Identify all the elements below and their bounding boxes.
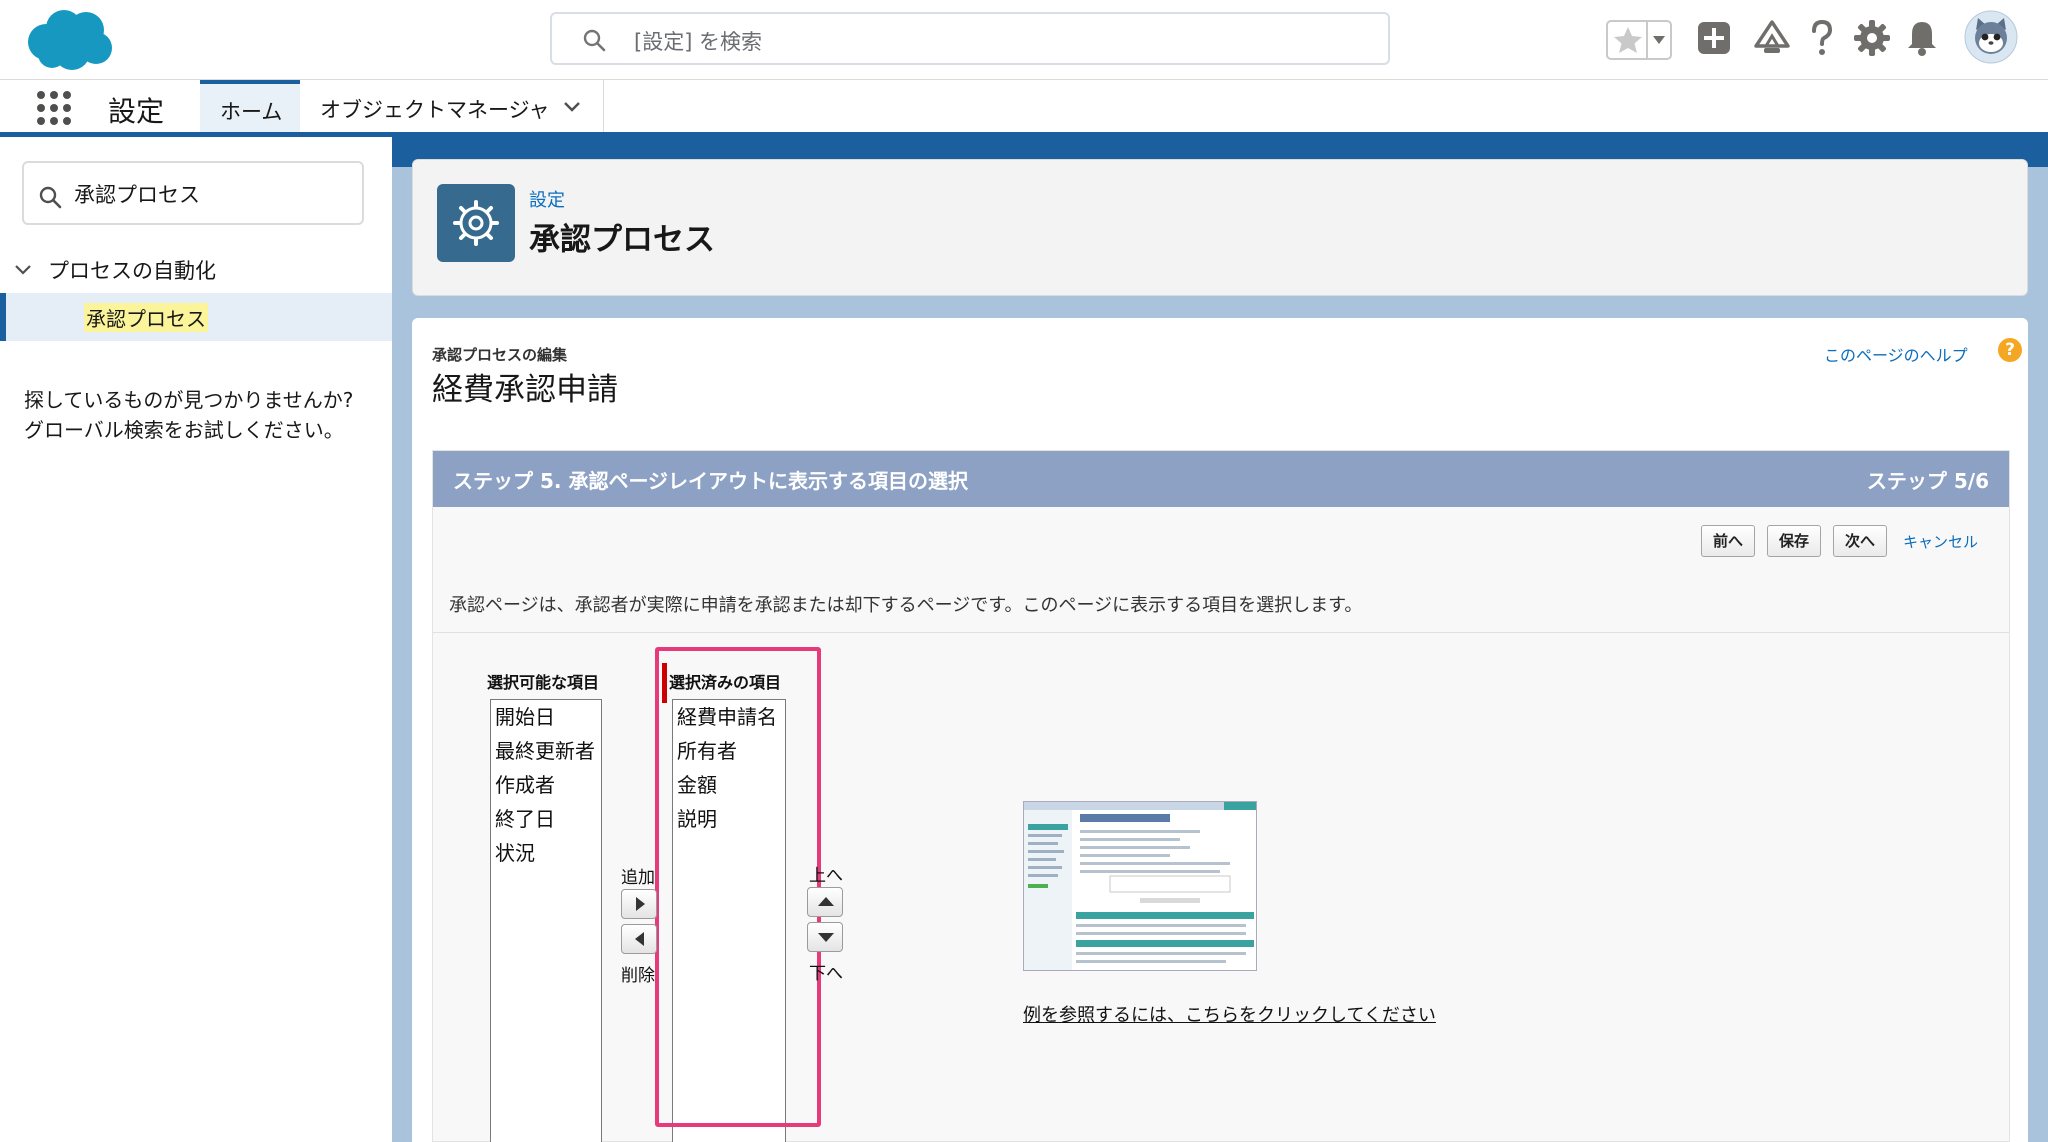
step-counter: ステップ 5/6 xyxy=(1866,469,1989,493)
list-item[interactable]: 開始日 xyxy=(491,700,601,734)
remove-button[interactable] xyxy=(621,924,657,954)
step-header: ステップ 5. 承認ページレイアウトに表示する項目の選択 ステップ 5/6 xyxy=(433,451,2009,507)
remove-label: 削除 xyxy=(621,966,655,986)
arrow-down-icon xyxy=(818,933,834,942)
setup-sidebar: 承認プロセス プロセスの自動化 承認プロセス 探しているものが見つかりませんか?… xyxy=(0,137,392,1142)
available-fields-list[interactable]: 開始日 最終更新者 作成者 終了日 状況 xyxy=(490,699,602,1142)
search-icon xyxy=(39,186,62,209)
main-area: 設定 承認プロセス 承認プロセスの編集 経費承認申請 このページのヘルプ ? ス… xyxy=(392,137,2048,1142)
arrow-left-icon xyxy=(635,932,644,946)
sidebar-help-line-2: グローバル検索をお試しください。 xyxy=(24,418,344,442)
example-link[interactable]: 例を参照するには、こちらをクリックしてください xyxy=(1023,1001,1436,1027)
sidebar-help-text: 探しているものが見つかりませんか? グローバル検索をお試しください。 xyxy=(24,385,374,445)
available-fields-label: 選択可能な項目 xyxy=(487,673,600,692)
next-button[interactable]: 次へ xyxy=(1833,525,1887,557)
list-item[interactable]: 終了日 xyxy=(491,802,601,836)
content-title: 経費承認申請 xyxy=(432,372,618,408)
trailhead-icon[interactable] xyxy=(1750,16,1794,60)
sidebar-group-label: プロセスの自動化 xyxy=(48,259,216,283)
favorites-separator xyxy=(1646,22,1648,58)
active-indicator xyxy=(0,293,6,341)
app-launcher-icon[interactable] xyxy=(36,90,72,126)
app-name: 設定 xyxy=(108,95,165,128)
list-item[interactable]: 作成者 xyxy=(491,768,601,802)
help-icon[interactable] xyxy=(1800,16,1844,60)
chevron-down-icon xyxy=(15,265,31,275)
content-subtitle: 承認プロセスの編集 xyxy=(432,346,568,364)
add-label: 追加 xyxy=(621,868,655,888)
step-title: ステップ 5. 承認ページレイアウトに表示する項目の選択 xyxy=(453,469,969,493)
divider xyxy=(433,632,2009,633)
tab-home[interactable]: ホーム xyxy=(200,80,300,134)
page-header: 設定 承認プロセス xyxy=(412,159,2028,296)
tab-object-manager-label: オブジェクトマネージャ xyxy=(320,98,550,122)
header-utility-icons xyxy=(0,10,2048,64)
quick-find-value: 承認プロセス xyxy=(74,183,200,207)
sidebar-group-process-automation[interactable]: プロセスの自動化 xyxy=(14,249,384,289)
favorites-group xyxy=(1606,20,1672,60)
arrow-up-icon xyxy=(818,897,834,906)
move-up-button[interactable] xyxy=(807,887,843,917)
avatar[interactable] xyxy=(1964,10,2018,64)
add-icon[interactable] xyxy=(1692,16,1736,60)
global-header: [設定] を検索 xyxy=(0,0,2048,79)
breadcrumb[interactable]: 設定 xyxy=(529,186,565,212)
content-card: 承認プロセスの編集 経費承認申請 このページのヘルプ ? ステップ 5. 承認ペ… xyxy=(412,318,2028,1142)
tab-home-label: ホーム xyxy=(220,100,283,124)
help-for-this-page-link[interactable]: このページのヘルプ xyxy=(1824,342,1968,366)
selected-fields-highlight xyxy=(655,647,821,1127)
list-item[interactable]: 状況 xyxy=(491,836,601,870)
prev-button[interactable]: 前へ xyxy=(1701,525,1755,557)
chevron-down-icon[interactable] xyxy=(1650,32,1668,48)
list-item[interactable]: 最終更新者 xyxy=(491,734,601,768)
gear-icon xyxy=(453,200,499,246)
page-title: 承認プロセス xyxy=(529,222,715,258)
bell-icon[interactable] xyxy=(1900,16,1944,60)
star-icon[interactable] xyxy=(1611,23,1645,57)
sidebar-help-line-1: 探しているものが見つかりませんか? xyxy=(24,388,354,412)
add-button[interactable] xyxy=(621,889,657,919)
example-thumbnail-image[interactable] xyxy=(1023,801,1257,971)
chevron-down-icon[interactable] xyxy=(562,100,582,114)
arrow-right-icon xyxy=(636,897,645,911)
sidebar-item-approval-process[interactable]: 承認プロセス xyxy=(0,293,392,341)
down-label: 下へ xyxy=(809,964,843,984)
setup-gear-icon xyxy=(437,184,515,262)
app-nav-bar: 設定 ホーム オブジェクトマネージャ xyxy=(0,79,2048,138)
sidebar-item-label: 承認プロセス xyxy=(84,303,208,332)
quick-find-input[interactable]: 承認プロセス xyxy=(22,161,364,225)
tab-object-manager[interactable]: オブジェクトマネージャ xyxy=(302,80,604,134)
save-button[interactable]: 保存 xyxy=(1767,525,1821,557)
step-description: 承認ページは、承認者が実際に申請を承認または却下するページです。このページに表示… xyxy=(449,595,1363,616)
step-panel: ステップ 5. 承認ページレイアウトに表示する項目の選択 ステップ 5/6 前へ… xyxy=(432,450,2010,1142)
move-down-button[interactable] xyxy=(807,922,843,952)
gear-icon[interactable] xyxy=(1850,16,1894,60)
cancel-link[interactable]: キャンセル xyxy=(1903,531,1978,552)
up-label: 上へ xyxy=(809,866,843,886)
help-badge-icon[interactable]: ? xyxy=(1998,338,2022,362)
